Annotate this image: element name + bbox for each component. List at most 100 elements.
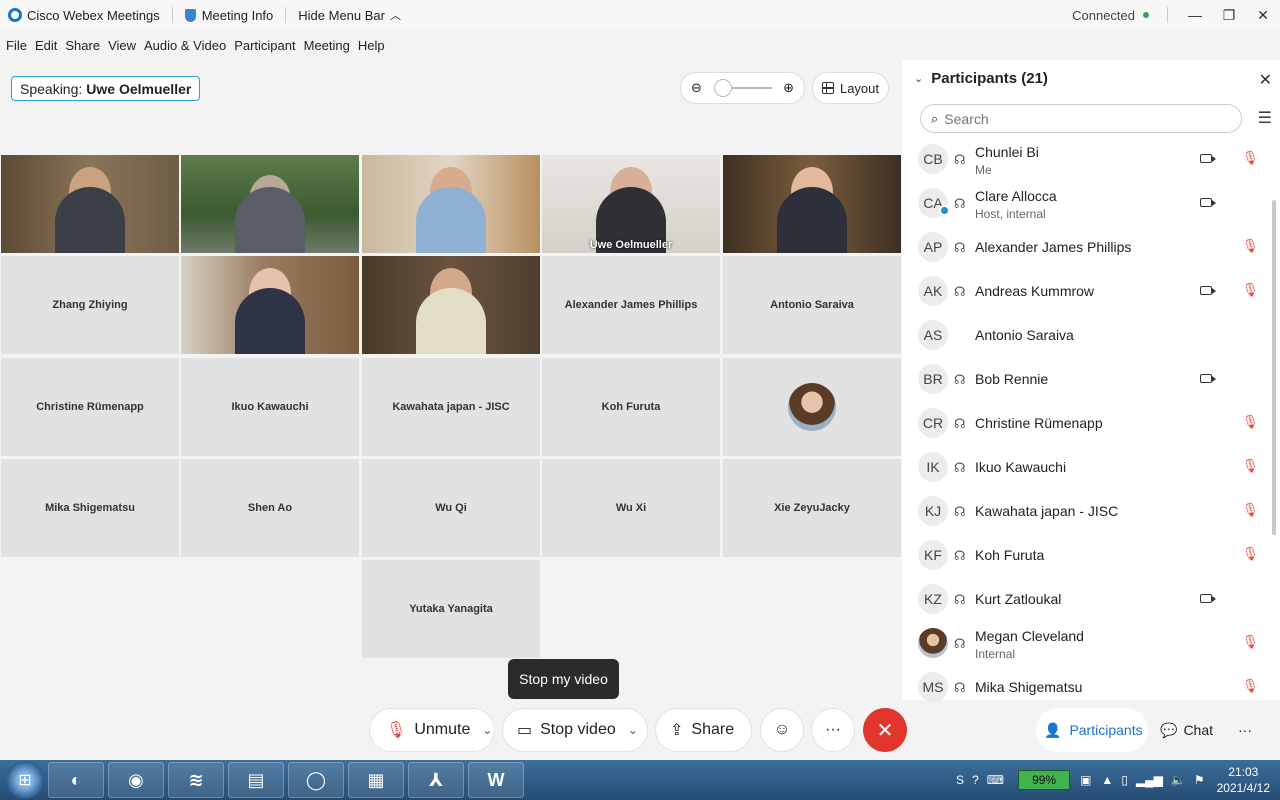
tray-device-icon[interactable]: ▯	[1121, 773, 1128, 787]
participant-row[interactable]: KJ ☊ Kawahata japan - JISC 🎙	[902, 490, 1268, 534]
menu-view[interactable]: View	[108, 38, 136, 53]
shield-icon	[184, 8, 196, 22]
mic-muted-icon: 🎙	[1242, 238, 1259, 253]
menu-file[interactable]: File	[6, 38, 27, 53]
connection-status: Connected	[1072, 8, 1149, 23]
menu-edit[interactable]: Edit	[35, 38, 57, 53]
menu-audio-video[interactable]: Audio & Video	[144, 38, 226, 53]
participants-button[interactable]: 👤 Participants	[1036, 708, 1148, 752]
share-button[interactable]: ⇪ Share	[655, 708, 752, 752]
start-button[interactable]: ⊞	[6, 761, 44, 799]
search-input[interactable]	[944, 110, 1215, 127]
hide-menu-bar-button[interactable]: Hide Menu Bar ︿	[298, 7, 401, 23]
tray-icon[interactable]: ▣	[1080, 773, 1091, 787]
participant-row[interactable]: IK ☊ Ikuo Kawauchi 🎙	[902, 446, 1268, 490]
power-icon[interactable]: ⚑	[1194, 773, 1205, 787]
video-tile[interactable]	[723, 155, 901, 253]
participant-row[interactable]: MS ☊ Mika Shigematsu 🎙	[902, 666, 1268, 710]
panel-more-button[interactable]: ···	[1238, 708, 1252, 752]
video-tile[interactable]	[181, 155, 359, 253]
taskbar-webex-icon[interactable]: ◯	[288, 762, 344, 798]
participant-tile[interactable]: Zhang Zhiying	[1, 256, 179, 354]
chevron-down-icon[interactable]: ⌄	[628, 723, 638, 737]
participant-search[interactable]: ⌕	[920, 104, 1242, 133]
share-icon: ⇪	[670, 722, 684, 739]
participant-tile-avatar[interactable]	[723, 358, 901, 456]
participant-row[interactable]: CR ☊ Christine Rümenapp 🎙	[902, 402, 1268, 446]
participant-row[interactable]: AS Antonio Saraiva	[902, 314, 1268, 358]
tray-expand-icon[interactable]: ▲	[1101, 773, 1113, 787]
avatar: CR	[918, 408, 948, 438]
close-panel-button[interactable]: ✕	[1259, 70, 1272, 90]
volume-icon[interactable]: 🔈	[1171, 773, 1186, 787]
taskbar-app-icon[interactable]: ≋	[168, 762, 224, 798]
network-icon[interactable]: ▂▄▆	[1136, 773, 1163, 787]
video-tile[interactable]	[181, 256, 359, 354]
video-tile[interactable]	[362, 256, 540, 354]
participant-tile[interactable]: Antonio Saraiva	[723, 256, 901, 354]
taskbar-folder-icon[interactable]: ▤	[228, 762, 284, 798]
panel-header[interactable]: ⌄ Participants (21)	[914, 70, 1048, 87]
panel-scrollbar[interactable]	[1272, 200, 1276, 535]
leave-meeting-button[interactable]: ✕	[863, 708, 907, 752]
restore-button[interactable]: ❐	[1212, 7, 1246, 24]
menu-help[interactable]: Help	[358, 38, 385, 53]
layout-button[interactable]: Layout	[812, 72, 889, 104]
status-dot-icon	[1143, 12, 1149, 18]
video-tile[interactable]	[362, 155, 540, 253]
unmute-label: Unmute	[414, 721, 471, 738]
chat-button[interactable]: 💬 Chat	[1160, 708, 1213, 752]
participant-tile[interactable]: Yutaka Yanagita	[362, 560, 540, 658]
participant-tile[interactable]: Wu Xi	[542, 459, 720, 557]
zoom-slider[interactable]	[713, 79, 772, 97]
participant-name: Bob Rennie	[975, 371, 1049, 387]
menu-meeting[interactable]: Meeting	[304, 38, 350, 53]
participant-tile[interactable]: Kawahata japan - JISC	[362, 358, 540, 456]
clock[interactable]: 21:03 2021/4/12	[1217, 764, 1270, 796]
taskbar-winrar-icon[interactable]: ▦	[348, 762, 404, 798]
reactions-button[interactable]: ☺	[760, 708, 804, 752]
help-icon[interactable]: ?	[972, 773, 979, 787]
mic-muted-icon: 🎙	[1242, 150, 1259, 165]
zoom-slider-knob[interactable]	[713, 79, 732, 97]
close-window-button[interactable]: ✕	[1246, 7, 1280, 24]
meeting-info-button[interactable]: Meeting Info	[184, 8, 273, 23]
sort-icon[interactable]: ☰	[1258, 108, 1272, 128]
taskbar-word-icon[interactable]: W	[468, 762, 524, 798]
minimize-button[interactable]: —	[1178, 7, 1212, 23]
participant-tile[interactable]: Mika Shigematsu	[1, 459, 179, 557]
participant-row[interactable]: KF ☊ Koh Furuta 🎙	[902, 534, 1268, 578]
more-icon: ···	[1238, 722, 1252, 738]
participant-tile[interactable]: Xie ZeyuJacky	[723, 459, 901, 557]
participant-row[interactable]: CA ☊ Clare Allocca Host, internal	[902, 182, 1268, 226]
menu-share[interactable]: Share	[65, 38, 100, 53]
tray-input-icon[interactable]: ⌨	[987, 773, 1004, 787]
participant-tile[interactable]: Christine Rümenapp	[1, 358, 179, 456]
taskbar-firefox-icon[interactable]: ◉	[108, 762, 164, 798]
taskbar-edge-icon[interactable]: ◐	[48, 762, 104, 798]
stop-video-button[interactable]: ▭ Stop video ⌄	[502, 708, 648, 752]
participant-tile[interactable]: Ikuo Kawauchi	[181, 358, 359, 456]
chevron-down-icon[interactable]: ⌄	[482, 723, 492, 737]
participant-row[interactable]: CB ☊ Chunlei Bi Me 🎙	[902, 138, 1268, 182]
zoom-out-icon[interactable]: ⊖	[691, 80, 702, 96]
participant-name: Chunlei Bi	[975, 144, 1039, 160]
tray-app-icon[interactable]: S	[956, 773, 964, 787]
participant-row[interactable]: BR ☊ Bob Rennie	[902, 358, 1268, 402]
battery-indicator[interactable]: 99%	[1018, 770, 1071, 790]
participant-row[interactable]: AK ☊ Andreas Kummrow 🎙	[902, 270, 1268, 314]
participant-row[interactable]: KZ ☊ Kurt Zatloukal	[902, 578, 1268, 622]
zoom-in-icon[interactable]: ⊕	[783, 80, 794, 96]
taskbar-acrobat-icon[interactable]: ⅄	[408, 762, 464, 798]
participant-tile[interactable]: Wu Qi	[362, 459, 540, 557]
menu-participant[interactable]: Participant	[234, 38, 295, 53]
participant-tile[interactable]: Koh Furuta	[542, 358, 720, 456]
video-tile[interactable]	[1, 155, 179, 253]
participant-tile[interactable]: Shen Ao	[181, 459, 359, 557]
unmute-button[interactable]: 🎙 Unmute ⌄	[369, 708, 495, 752]
participant-tile[interactable]: Alexander James Phillips	[542, 256, 720, 354]
video-tile-active-speaker[interactable]: Uwe Oelmueller	[542, 155, 720, 253]
participant-row[interactable]: ☊ Megan Cleveland Internal 🎙	[902, 622, 1268, 666]
participant-row[interactable]: AP ☊ Alexander James Phillips 🎙	[902, 226, 1268, 270]
more-options-button[interactable]: ···	[811, 708, 855, 752]
